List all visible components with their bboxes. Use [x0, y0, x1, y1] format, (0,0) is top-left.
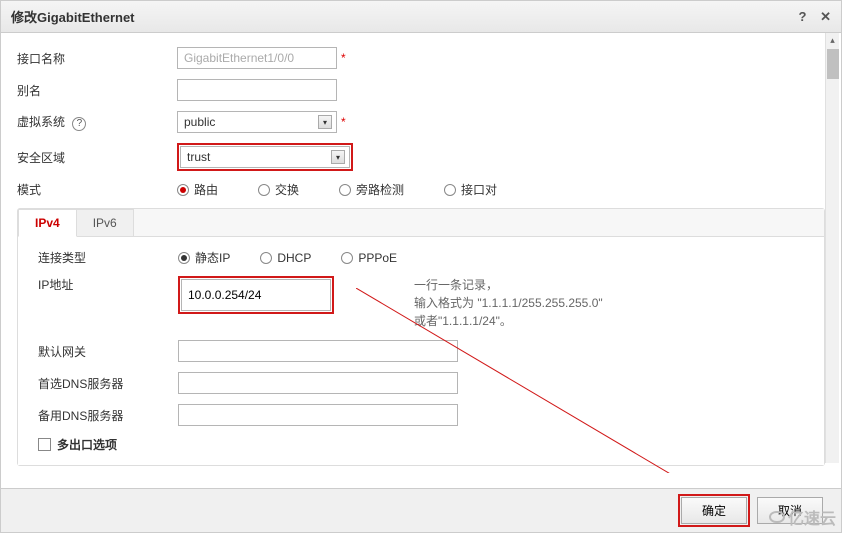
radio-pppoe[interactable]: PPPoE	[341, 251, 397, 265]
select-vsys-value: public	[184, 115, 215, 129]
input-dns1[interactable]	[178, 372, 458, 394]
radio-icon	[339, 184, 351, 196]
vertical-scrollbar[interactable]: ▴	[825, 33, 839, 463]
label-ipaddr: IP地址	[38, 276, 178, 293]
input-dns2[interactable]	[178, 404, 458, 426]
label-multi-exit: 多出口选项	[57, 436, 117, 453]
ok-button[interactable]: 确定	[681, 497, 747, 524]
label-dns1: 首选DNS服务器	[38, 375, 178, 392]
watermark: 亿速云	[769, 505, 836, 529]
help-icon[interactable]: ?	[799, 9, 807, 24]
radio-mode-pair[interactable]: 接口对	[444, 181, 497, 198]
dialog-footer: 确定 取消	[1, 488, 841, 532]
highlight-ipaddr	[178, 276, 334, 314]
radio-icon	[260, 252, 272, 264]
radio-icon	[177, 184, 189, 196]
label-zone: 安全区域	[17, 149, 177, 166]
radio-mode-route[interactable]: 路由	[177, 181, 218, 198]
help-icon-vsys[interactable]: ?	[72, 117, 86, 131]
select-vsys[interactable]: public ▾	[177, 111, 337, 133]
label-ifname: 接口名称	[17, 50, 177, 67]
select-zone[interactable]: trust ▾	[180, 146, 350, 168]
required-mark: *	[341, 115, 346, 129]
checkbox-multi-exit-row[interactable]: 多出口选项	[38, 436, 804, 453]
radio-icon	[258, 184, 270, 196]
tab-ipv4[interactable]: IPv4	[18, 209, 77, 237]
input-gateway[interactable]	[178, 340, 458, 362]
input-ipaddr[interactable]	[181, 279, 331, 311]
label-alias: 别名	[17, 82, 177, 99]
radio-static[interactable]: 静态IP	[178, 249, 230, 266]
chevron-down-icon: ▾	[318, 115, 332, 129]
checkbox-icon	[38, 438, 51, 451]
chevron-down-icon: ▾	[331, 150, 345, 164]
label-conn-type: 连接类型	[38, 249, 178, 266]
radio-icon	[444, 184, 456, 196]
input-alias[interactable]	[177, 79, 337, 101]
radio-icon	[178, 252, 190, 264]
label-dns2: 备用DNS服务器	[38, 407, 178, 424]
input-ifname	[177, 47, 337, 69]
tab-ipv6[interactable]: IPv6	[76, 209, 134, 236]
scroll-up-icon[interactable]: ▴	[826, 33, 839, 48]
highlight-zone: trust ▾	[177, 143, 353, 171]
cloud-icon	[769, 511, 785, 523]
label-gateway: 默认网关	[38, 343, 178, 360]
label-vsys: 虚拟系统 ?	[17, 113, 177, 131]
ip-hint: 一行一条记录， 输入格式为 "1.1.1.1/255.255.255.0" 或者…	[414, 276, 603, 330]
ip-panel: IPv4 IPv6 连接类型 静态IP DHCP	[17, 208, 825, 466]
dialog-content: 接口名称 * 别名 虚拟系统 ? public ▾ *	[1, 33, 841, 473]
scroll-thumb[interactable]	[827, 49, 839, 79]
radio-dhcp[interactable]: DHCP	[260, 251, 311, 265]
close-icon[interactable]: ✕	[820, 9, 831, 24]
radio-mode-bypass[interactable]: 旁路检测	[339, 181, 404, 198]
dialog-modify-interface: 修改GigabitEthernet ? ✕ 接口名称 * 别名 虚拟系统 ?	[0, 0, 842, 533]
tab-bar: IPv4 IPv6	[18, 209, 824, 237]
required-mark: *	[341, 51, 346, 65]
dialog-title: 修改GigabitEthernet	[11, 7, 135, 26]
radio-mode-switch[interactable]: 交换	[258, 181, 299, 198]
radio-icon	[341, 252, 353, 264]
titlebar: 修改GigabitEthernet ? ✕	[1, 1, 841, 33]
label-mode: 模式	[17, 181, 177, 198]
select-zone-value: trust	[187, 150, 210, 164]
